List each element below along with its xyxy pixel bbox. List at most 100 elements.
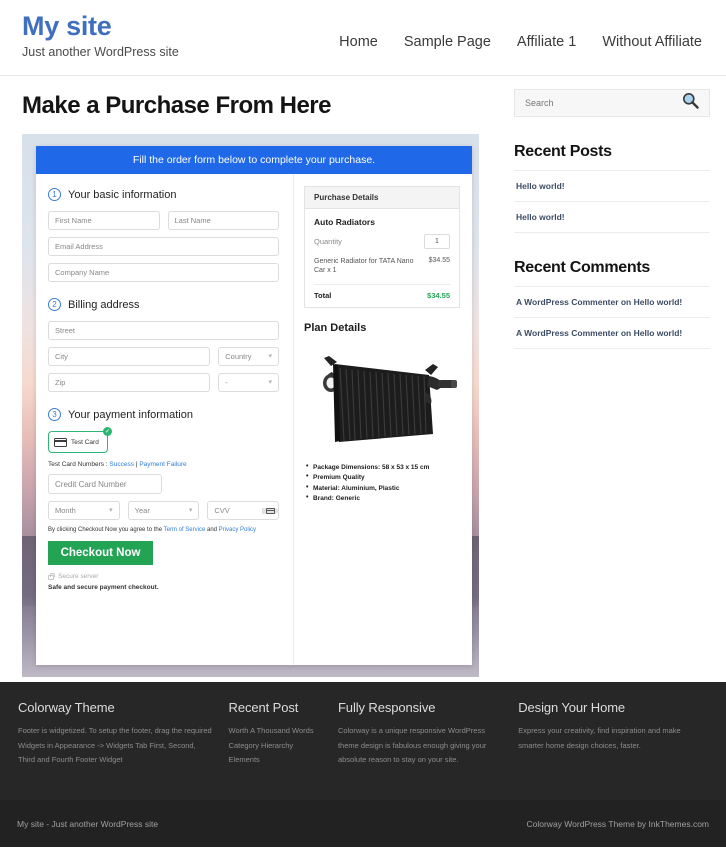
payment-failure-link[interactable]: Payment Failure xyxy=(139,461,186,468)
footer-bottom-bar: My site - Just another WordPress site Co… xyxy=(0,800,726,847)
step-2-heading: 2 Billing address xyxy=(48,298,279,311)
footer-column-title: Fully Responsive xyxy=(337,700,436,715)
list-item[interactable]: Elements xyxy=(229,753,324,768)
terms-of-service-link[interactable]: Term of Service xyxy=(164,527,206,533)
footer-column-title: Recent Post xyxy=(228,700,299,715)
chevron-down-icon: ▾ xyxy=(188,507,193,514)
success-link[interactable]: Success xyxy=(109,461,134,468)
step-1-heading: 1 Your basic information xyxy=(48,188,279,201)
secure-server-label: Secure server xyxy=(58,573,99,580)
cvv-placeholder: CVV xyxy=(214,506,230,515)
check-circle-icon: ✓ xyxy=(103,427,112,436)
year-select[interactable]: Year ▾ xyxy=(127,501,200,520)
recent-comments-title: Recent Comments xyxy=(514,259,710,287)
nav-item-sample-page[interactable]: Sample Page xyxy=(404,34,491,50)
radiator-illustration xyxy=(323,355,457,442)
footer-column-recent-post: Recent Post Worth A Thousand Words Categ… xyxy=(229,700,338,800)
list-item[interactable]: Category Hierarchy xyxy=(229,739,324,754)
site-footer: Colorway Theme Footer is widgetized. To … xyxy=(0,682,726,800)
credit-card-icon xyxy=(54,437,67,447)
order-form-banner: Fill the order form below to complete yo… xyxy=(36,146,472,174)
page-title: Make a Purchase From Here xyxy=(22,92,331,119)
quantity-stepper[interactable]: 1 xyxy=(424,234,450,249)
list-item[interactable]: Hello world! xyxy=(514,202,710,233)
search-input[interactable]: Search xyxy=(525,98,554,108)
safe-checkout-note: Safe and secure payment checkout. xyxy=(48,584,159,591)
first-name-input[interactable]: First Name xyxy=(48,211,160,230)
city-input[interactable]: City xyxy=(48,347,211,366)
street-row: Street xyxy=(48,321,279,340)
chevron-down-icon: ▾ xyxy=(109,507,113,514)
quantity-label: Quantity xyxy=(314,237,342,246)
footer-site-credit: My site - Just another WordPress site xyxy=(17,818,159,829)
month-select-value: Month xyxy=(55,506,76,515)
zip-input[interactable]: Zip xyxy=(48,373,211,392)
search-widget[interactable]: Search xyxy=(514,89,710,117)
site-header: My site Just another WordPress site Home… xyxy=(0,0,726,76)
street-input[interactable]: Street xyxy=(48,321,279,340)
company-input[interactable]: Company Name xyxy=(48,263,279,282)
list-item[interactable]: Hello world! xyxy=(514,171,710,202)
year-select-value: Year xyxy=(134,506,150,515)
footer-theme-credit[interactable]: Colorway WordPress Theme by InkThemes.co… xyxy=(527,819,710,829)
plan-bullets: Package Dimensions: 58 x 53 x 15 cm Prem… xyxy=(304,463,460,503)
cvv-card-icon xyxy=(262,507,279,514)
purchase-card: Fill the order form below to complete yo… xyxy=(36,146,472,665)
purchase-details-column: Purchase Details Auto Radiators Quantity… xyxy=(294,174,472,665)
purchase-details-body: Auto Radiators Quantity 1 Generic Radiat… xyxy=(305,209,459,307)
footer-column-colorway-theme: Colorway Theme Footer is widgetized. To … xyxy=(18,700,229,800)
nav-item-home[interactable]: Home xyxy=(339,34,378,50)
privacy-policy-link[interactable]: Privacy Policy xyxy=(219,527,256,533)
credit-card-number-input[interactable]: Credit Card Number xyxy=(48,474,162,494)
recent-posts-list: Hello world! Hello world! xyxy=(514,171,710,233)
total-value: $34.55 xyxy=(427,290,450,300)
cvv-card-glyph xyxy=(266,507,276,514)
page-body: Make a Purchase From Here Fill the order… xyxy=(0,76,726,682)
month-select[interactable]: Month ▾ xyxy=(48,501,120,520)
list-item[interactable]: A WordPress Commenter on Hello world! xyxy=(514,287,710,318)
plan-bullet: Material: Aluminium, Plastic xyxy=(306,484,460,492)
product-image-radiator xyxy=(307,342,457,454)
list-item[interactable]: A WordPress Commenter on Hello world! xyxy=(514,318,710,349)
footer-column-text: Colorway is a unique responsive WordPres… xyxy=(337,726,487,765)
step-2-number-icon: 2 xyxy=(48,298,61,311)
terms-mid: and xyxy=(205,527,219,533)
footer-column-fully-responsive: Fully Responsive Colorway is a unique re… xyxy=(338,700,518,800)
order-form: 1 Your basic information First Name Last… xyxy=(36,174,294,665)
last-name-input[interactable]: Last Name xyxy=(167,211,279,230)
state-select-value: - xyxy=(225,378,228,387)
line-item-row: Generic Radiator for TATA Nano Car x 1 $… xyxy=(314,257,450,285)
primary-navigation: Home Sample Page Affiliate 1 Without Aff… xyxy=(339,12,704,50)
purchase-card-body: 1 Your basic information First Name Last… xyxy=(36,174,472,665)
product-name: Auto Radiators xyxy=(314,217,375,227)
email-input[interactable]: Email Address xyxy=(48,237,279,256)
nav-item-affiliate-1[interactable]: Affiliate 1 xyxy=(517,34,576,50)
list-item[interactable]: Worth A Thousand Words xyxy=(229,724,324,739)
footer-column-design-your-home: Design Your Home Express your creativity… xyxy=(518,700,708,800)
test-numbers-prefix: Test Card Numbers : xyxy=(48,461,110,468)
country-select[interactable]: Country ▾ xyxy=(218,347,279,366)
widget-spacer xyxy=(514,233,710,259)
line-item-name: Generic Radiator for TATA Nano Car x 1 xyxy=(314,258,414,275)
state-select[interactable]: - ▾ xyxy=(218,373,279,392)
quantity-row: Quantity 1 xyxy=(314,234,450,249)
step-3-label: Your payment information xyxy=(68,408,193,421)
test-card-option[interactable]: Test Card ✓ xyxy=(48,427,112,453)
total-row: Total $34.55 xyxy=(314,291,450,300)
nav-item-without-affiliate[interactable]: Without Affiliate xyxy=(602,34,702,50)
cvv-input[interactable]: CVV xyxy=(207,501,280,520)
footer-column-text: Express your creativity, find inspiratio… xyxy=(518,726,681,750)
purchase-details-panel: Purchase Details Auto Radiators Quantity… xyxy=(304,186,460,308)
checkout-now-button[interactable]: Checkout Now xyxy=(48,541,153,565)
credit-card-row: Credit Card Number xyxy=(48,474,279,494)
step-2-label: Billing address xyxy=(68,298,140,311)
purchase-widget-background: Fill the order form below to complete yo… xyxy=(22,134,479,677)
site-title[interactable]: My site xyxy=(22,11,179,41)
chevron-down-icon: ▾ xyxy=(268,379,272,386)
name-row: First Name Last Name xyxy=(48,211,279,230)
site-branding[interactable]: My site Just another WordPress site xyxy=(22,11,179,59)
plan-bullet: Premium Quality xyxy=(306,473,460,481)
search-icon[interactable] xyxy=(682,92,699,114)
